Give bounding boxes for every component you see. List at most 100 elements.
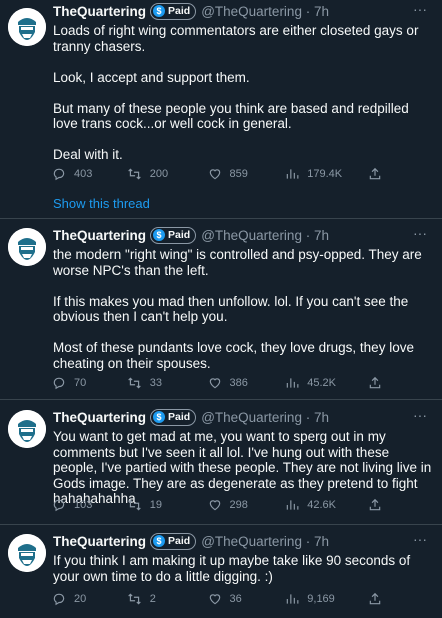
tweet-text: If you think I am making it up maybe tak…: [53, 553, 433, 584]
paid-badge[interactable]: $ Paid: [150, 226, 197, 244]
views-button[interactable]: 9,169: [285, 592, 368, 606]
like-button[interactable]: 859: [208, 167, 286, 181]
like-button[interactable]: 36: [208, 592, 286, 606]
views-icon: [287, 169, 299, 179]
handle-and-time[interactable]: @TheQuartering · 7h: [201, 534, 329, 549]
retweet-count: 19: [149, 499, 163, 511]
like-button[interactable]: 298: [208, 498, 286, 512]
paid-badge-icon: $: [153, 5, 166, 17]
avatar-logo: [8, 8, 46, 46]
tweet-paragraph: Deal with it.: [53, 147, 123, 162]
tweet-header: TheQuartering $ Paid @TheQuartering · 7h: [53, 2, 329, 20]
more-options-icon[interactable]: ···: [412, 226, 428, 244]
display-name[interactable]: TheQuartering: [53, 410, 146, 425]
reply-count: 403: [74, 168, 93, 180]
retweet-button[interactable]: 2: [127, 592, 208, 606]
avatar[interactable]: [8, 228, 46, 266]
reply-button[interactable]: 70: [52, 376, 127, 390]
tweet-actions: 20 2 36 9,169: [52, 591, 382, 607]
tweet-text: Loads of right wing commentators are eit…: [53, 23, 433, 163]
paid-badge[interactable]: $ Paid: [150, 2, 197, 20]
paid-badge-icon: $: [153, 229, 166, 241]
handle-and-time[interactable]: @TheQuartering · 7h: [201, 228, 329, 243]
views-icon: [287, 500, 299, 510]
share-button[interactable]: [368, 167, 382, 181]
retweet-count: 2: [149, 593, 156, 605]
retweet-count: 33: [149, 377, 163, 389]
reply-icon: [53, 377, 65, 390]
paid-badge[interactable]: $ Paid: [150, 532, 197, 550]
tweet-header: TheQuartering $ Paid @TheQuartering · 7h: [53, 226, 329, 244]
display-name[interactable]: TheQuartering: [53, 228, 146, 243]
views-count: 179.4K: [307, 168, 343, 180]
display-name[interactable]: TheQuartering: [53, 534, 146, 549]
like-count: 386: [229, 377, 248, 389]
paid-badge-label: Paid: [168, 535, 191, 547]
avatar-logo: [8, 410, 46, 448]
tweet-actions: 70 33 386 45.2K: [52, 375, 382, 391]
views-count: 45.2K: [307, 377, 337, 389]
tweet-divider: [0, 524, 442, 525]
more-options-icon[interactable]: ···: [412, 532, 428, 550]
display-name[interactable]: TheQuartering: [53, 4, 146, 19]
reply-count: 70: [74, 377, 87, 389]
tweet-paragraph: the modern "right wing" is controlled an…: [53, 247, 422, 278]
tweet-header: TheQuartering $ Paid @TheQuartering · 7h: [53, 532, 329, 550]
reply-button[interactable]: 103: [52, 498, 127, 512]
views-count: 9,169: [307, 593, 335, 605]
like-count: 298: [229, 499, 248, 511]
like-count: 36: [229, 593, 242, 605]
reply-count: 103: [74, 499, 93, 511]
like-count: 859: [229, 168, 248, 180]
retweet-button[interactable]: 200: [127, 167, 208, 181]
retweet-icon: [128, 499, 141, 511]
avatar[interactable]: [8, 8, 46, 46]
retweet-icon: [128, 593, 141, 605]
handle-and-time[interactable]: @TheQuartering · 7h: [201, 4, 329, 19]
paid-badge[interactable]: $ Paid: [150, 408, 197, 426]
retweet-button[interactable]: 33: [127, 376, 208, 390]
views-button[interactable]: 42.6K: [285, 498, 368, 512]
share-icon: [369, 498, 381, 511]
share-icon: [369, 592, 381, 605]
reply-count: 20: [74, 593, 87, 605]
tweet-feed: TheQuartering $ Paid @TheQuartering · 7h…: [0, 0, 442, 618]
tweet-text: You want to get mad at me, you want to s…: [53, 429, 433, 507]
avatar-logo: [8, 534, 46, 572]
avatar-logo: [8, 228, 46, 266]
avatar[interactable]: [8, 534, 46, 572]
views-icon: [287, 378, 299, 388]
tweet-paragraph: Look, I accept and support them.: [53, 69, 250, 85]
avatar[interactable]: [8, 410, 46, 448]
tweet-paragraph: But many of these people you think are b…: [53, 100, 409, 132]
views-button[interactable]: 179.4K: [285, 167, 368, 181]
tweet-divider: [0, 399, 442, 400]
reply-button[interactable]: 403: [52, 167, 127, 181]
views-icon: [287, 594, 299, 604]
paid-badge-label: Paid: [168, 229, 191, 241]
more-options-icon[interactable]: ···: [412, 408, 428, 426]
heart-icon: [209, 594, 220, 605]
heart-icon: [209, 378, 220, 389]
like-button[interactable]: 386: [208, 376, 286, 390]
share-button[interactable]: [368, 376, 382, 390]
tweet-paragraph: Loads of right wing commentators are eit…: [53, 23, 419, 54]
show-thread-link[interactable]: Show this thread: [53, 196, 150, 211]
handle-and-time[interactable]: @TheQuartering · 7h: [201, 410, 329, 425]
paid-badge-icon: $: [153, 411, 166, 423]
share-button[interactable]: [368, 592, 382, 606]
paid-badge-label: Paid: [168, 411, 191, 423]
reply-button[interactable]: 20: [52, 592, 127, 606]
paid-badge-icon: $: [153, 535, 166, 547]
reply-icon: [53, 593, 65, 606]
share-icon: [369, 376, 381, 389]
tweet-paragraph: Most of these pundants love cock, they l…: [53, 340, 414, 371]
views-button[interactable]: 45.2K: [285, 376, 368, 390]
retweet-count: 200: [149, 168, 169, 180]
share-button[interactable]: [368, 498, 382, 512]
tweet-header: TheQuartering $ Paid @TheQuartering · 7h: [53, 408, 329, 426]
tweet-paragraph: If you think I am making it up maybe tak…: [53, 553, 411, 584]
tweet-divider: [0, 218, 442, 219]
more-options-icon[interactable]: ···: [412, 2, 428, 20]
retweet-button[interactable]: 19: [127, 498, 208, 512]
